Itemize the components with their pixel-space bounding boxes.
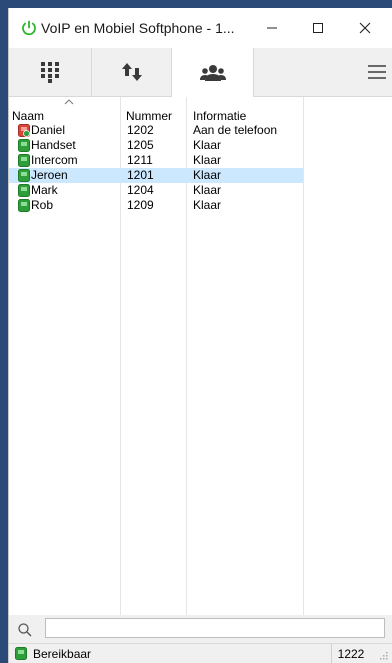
extension-number: 1222: [337, 646, 365, 661]
tab-contacts[interactable]: [172, 48, 254, 97]
available-phone-icon: [15, 647, 27, 660]
contact-name: Intercom: [31, 153, 78, 167]
table-row[interactable]: Rob 1209 Klaar: [9, 198, 303, 213]
contact-info: Klaar: [193, 183, 222, 197]
contact-name: Rob: [31, 198, 54, 212]
dialpad-icon: [41, 62, 59, 83]
hamburger-icon: [368, 65, 386, 79]
available-phone-icon: [18, 184, 30, 197]
extension-badge: 1222: [331, 644, 370, 663]
busy-phone-icon: [18, 124, 30, 137]
power-icon: [22, 20, 36, 36]
contact-name: Jeroen: [31, 168, 68, 182]
contact-info: Aan de telefoon: [193, 123, 278, 137]
title-bar: VoIP en Mobiel Softphone - 1...: [9, 8, 392, 48]
window-title: VoIP en Mobiel Softphone - 1...: [41, 20, 235, 36]
status-bar: Bereikbaar 1222: [9, 643, 392, 663]
column-divider[interactable]: [303, 97, 304, 615]
menu-button[interactable]: [361, 48, 392, 96]
column-header-info[interactable]: Informatie: [193, 109, 246, 123]
table-row[interactable]: Mark 1204 Klaar: [9, 183, 303, 198]
available-phone-icon: [18, 169, 30, 182]
softphone-window: VoIP en Mobiel Softphone - 1... Naam Num…: [8, 8, 392, 663]
maximize-button[interactable]: [295, 8, 341, 48]
available-phone-icon: [18, 199, 30, 212]
close-button[interactable]: [342, 8, 388, 48]
contact-number: 1205: [127, 138, 154, 152]
contact-name: Mark: [31, 183, 58, 197]
contact-number: 1209: [127, 198, 154, 212]
contact-info: Klaar: [193, 138, 222, 152]
close-icon: [359, 22, 371, 34]
search-bar: [9, 615, 392, 643]
contact-number: 1211: [127, 153, 153, 167]
table-row[interactable]: Intercom 1211 Klaar: [9, 153, 303, 168]
minimize-button[interactable]: [249, 8, 295, 48]
maximize-icon: [313, 23, 323, 33]
contacts-icon: [199, 64, 226, 81]
list-header: Naam Nummer Informatie: [9, 97, 392, 123]
tab-calls[interactable]: [92, 48, 172, 96]
resize-grip-icon[interactable]: [378, 650, 388, 660]
search-icon: [18, 623, 32, 637]
contact-number: 1202: [127, 123, 154, 137]
available-phone-icon: [18, 139, 30, 152]
sort-up-icon: [64, 99, 74, 105]
toolbar: [9, 48, 392, 97]
available-phone-icon: [18, 154, 30, 167]
contact-info: Klaar: [193, 198, 222, 212]
table-row[interactable]: Handset 1205 Klaar: [9, 138, 303, 153]
minimize-icon: [267, 27, 277, 29]
tab-dialpad[interactable]: [9, 48, 92, 96]
contact-name: Daniel: [31, 123, 66, 137]
column-header-number[interactable]: Nummer: [126, 109, 172, 123]
contact-number: 1204: [127, 183, 154, 197]
table-row[interactable]: Jeroen 1201 Klaar: [9, 168, 303, 183]
table-row[interactable]: Daniel 1202 Aan de telefoon: [9, 123, 303, 138]
transfer-arrows-icon: [121, 63, 142, 81]
column-header-name[interactable]: Naam: [12, 109, 44, 123]
status-text: Bereikbaar: [33, 647, 92, 661]
contact-info: Klaar: [193, 153, 222, 167]
contacts-list: Naam Nummer Informatie Daniel 1202 Aan de …: [9, 97, 392, 615]
search-input[interactable]: [45, 618, 385, 638]
contact-info: Klaar: [193, 168, 222, 182]
contact-number: 1201: [127, 168, 154, 182]
contact-name: Handset: [31, 138, 76, 152]
